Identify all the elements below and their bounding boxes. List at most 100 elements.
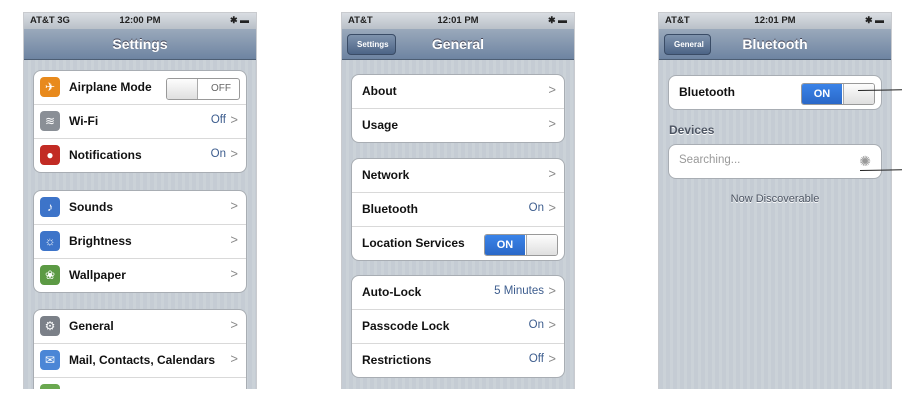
row-label: Location Services bbox=[362, 236, 465, 250]
general-group-2: Network > Bluetooth On > Location Servic… bbox=[351, 158, 565, 261]
row-label: Notifications bbox=[69, 148, 142, 162]
battery-icon: ✱ ▬ bbox=[547, 15, 567, 25]
row-about[interactable]: About > bbox=[352, 75, 564, 109]
chevron-right-icon: > bbox=[548, 166, 556, 181]
row-general[interactable]: ⚙ General > bbox=[34, 310, 246, 344]
row-airplane-mode[interactable]: ✈ Airplane Mode OFF bbox=[34, 71, 246, 105]
row-bluetooth[interactable]: Bluetooth ON bbox=[669, 76, 881, 109]
clock: 12:01 PM bbox=[437, 15, 479, 26]
airplane-mode-toggle[interactable]: OFF bbox=[166, 78, 240, 100]
chevron-right-icon: > bbox=[230, 232, 238, 247]
searching-label: Searching... bbox=[679, 154, 741, 166]
row-label: Restrictions bbox=[362, 353, 432, 367]
page-title: Settings bbox=[112, 36, 168, 52]
row-value: On bbox=[210, 148, 226, 160]
chevron-right-icon: > bbox=[548, 116, 556, 131]
nav-bar: General Bluetooth bbox=[659, 29, 891, 60]
location-services-toggle[interactable]: ON bbox=[484, 234, 558, 256]
row-label: Bluetooth bbox=[362, 202, 418, 216]
row-label: Airplane Mode bbox=[69, 80, 152, 94]
bluetooth-group: Bluetooth ON bbox=[668, 75, 882, 110]
chevron-right-icon: > bbox=[548, 200, 556, 215]
row-bluetooth[interactable]: Bluetooth On > bbox=[352, 193, 564, 227]
row-label: Bluetooth bbox=[679, 85, 735, 99]
row-label: Brightness bbox=[69, 234, 132, 248]
devices-header: Devices bbox=[669, 123, 715, 137]
chevron-right-icon: > bbox=[548, 351, 556, 366]
chevron-right-icon: > bbox=[548, 317, 556, 332]
general-screen: AT&T 12:01 PM ✱ ▬ Settings General About… bbox=[341, 12, 575, 389]
status-bar: AT&T 3G 12:00 PM ✱ ▬ bbox=[24, 13, 256, 29]
spinner-icon: ✺ bbox=[859, 153, 871, 169]
page-title: Bluetooth bbox=[742, 36, 808, 52]
row-label: About bbox=[362, 84, 397, 98]
phone-icon bbox=[40, 384, 60, 389]
brightness-icon: ☼ bbox=[40, 231, 60, 251]
toggle-state: ON bbox=[802, 84, 842, 104]
clock: 12:00 PM bbox=[119, 15, 161, 26]
general-group-1: About > Usage > bbox=[351, 74, 565, 143]
row-location-services[interactable]: Location Services ON bbox=[352, 227, 564, 260]
row-value: On bbox=[528, 202, 544, 214]
general-group-3: Auto-Lock 5 Minutes > Passcode Lock On >… bbox=[351, 275, 565, 378]
chevron-right-icon: > bbox=[548, 283, 556, 298]
row-passcode-lock[interactable]: Passcode Lock On > bbox=[352, 310, 564, 344]
row-label: Sounds bbox=[69, 200, 113, 214]
sounds-icon: ♪ bbox=[40, 197, 60, 217]
toggle-knob bbox=[167, 79, 198, 99]
row-auto-lock[interactable]: Auto-Lock 5 Minutes > bbox=[352, 276, 564, 310]
row-label: General bbox=[69, 319, 114, 333]
row-label: Network bbox=[362, 168, 410, 182]
row-mail-contacts-calendars[interactable]: ✉ Mail, Contacts, Calendars > bbox=[34, 344, 246, 378]
notifications-icon: ● bbox=[40, 145, 60, 165]
settings-screen: AT&T 3G 12:00 PM ✱ ▬ Settings ✈ Airplane… bbox=[23, 12, 257, 389]
mail-icon: ✉ bbox=[40, 350, 60, 370]
chevron-right-icon: > bbox=[230, 351, 238, 366]
row-usage[interactable]: Usage > bbox=[352, 109, 564, 142]
row-partial[interactable] bbox=[34, 378, 246, 389]
settings-group-3: ⚙ General > ✉ Mail, Contacts, Calendars … bbox=[33, 309, 247, 389]
chevron-right-icon: > bbox=[230, 112, 238, 127]
toggle-state: ON bbox=[485, 235, 525, 255]
wifi-icon: ≋ bbox=[40, 111, 60, 131]
row-value: 5 Minutes bbox=[494, 285, 544, 297]
status-bar: AT&T 12:01 PM ✱ ▬ bbox=[659, 13, 891, 29]
row-label: Wi-Fi bbox=[69, 114, 99, 128]
row-value: Off bbox=[528, 353, 544, 365]
settings-group-2: ♪ Sounds > ☼ Brightness > ❀ Wallpaper > bbox=[33, 190, 247, 293]
page-title: General bbox=[431, 36, 485, 52]
row-sounds[interactable]: ♪ Sounds > bbox=[34, 191, 246, 225]
row-label: Passcode Lock bbox=[362, 319, 450, 333]
nav-bar: Settings bbox=[24, 29, 256, 60]
row-label: Usage bbox=[362, 118, 399, 132]
row-wifi[interactable]: ≋ Wi-Fi Off > bbox=[34, 105, 246, 139]
chevron-right-icon: > bbox=[230, 198, 238, 213]
bluetooth-screen: AT&T 12:01 PM ✱ ▬ General Bluetooth Blue… bbox=[658, 12, 892, 389]
status-bar: AT&T 12:01 PM ✱ ▬ bbox=[342, 13, 574, 29]
toggle-knob bbox=[526, 235, 557, 255]
row-value: On bbox=[528, 319, 544, 331]
chevron-right-icon: > bbox=[230, 146, 238, 161]
clock: 12:01 PM bbox=[754, 15, 796, 26]
discoverable-label: Now Discoverable bbox=[730, 193, 820, 205]
chevron-right-icon: > bbox=[548, 82, 556, 97]
settings-group-1: ✈ Airplane Mode OFF ≋ Wi-Fi Off > ● Noti… bbox=[33, 70, 247, 173]
bluetooth-toggle[interactable]: ON bbox=[801, 83, 875, 105]
chevron-right-icon: > bbox=[230, 266, 238, 281]
row-network[interactable]: Network > bbox=[352, 159, 564, 193]
row-brightness[interactable]: ☼ Brightness > bbox=[34, 225, 246, 259]
row-label: Auto-Lock bbox=[362, 285, 422, 299]
row-notifications[interactable]: ● Notifications On > bbox=[34, 139, 246, 172]
toggle-state: OFF bbox=[211, 83, 231, 94]
chevron-right-icon: > bbox=[230, 317, 238, 332]
wallpaper-icon: ❀ bbox=[40, 265, 60, 285]
airplane-icon: ✈ bbox=[40, 77, 60, 97]
gear-icon: ⚙ bbox=[40, 316, 60, 336]
row-searching: Searching... ✺ bbox=[669, 145, 881, 178]
row-restrictions[interactable]: Restrictions Off > bbox=[352, 344, 564, 377]
toggle-knob bbox=[843, 84, 874, 104]
row-label: Mail, Contacts, Calendars bbox=[69, 353, 216, 367]
devices-group: Searching... ✺ bbox=[668, 144, 882, 179]
row-label: Wallpaper bbox=[69, 268, 126, 282]
row-wallpaper[interactable]: ❀ Wallpaper > bbox=[34, 259, 246, 292]
